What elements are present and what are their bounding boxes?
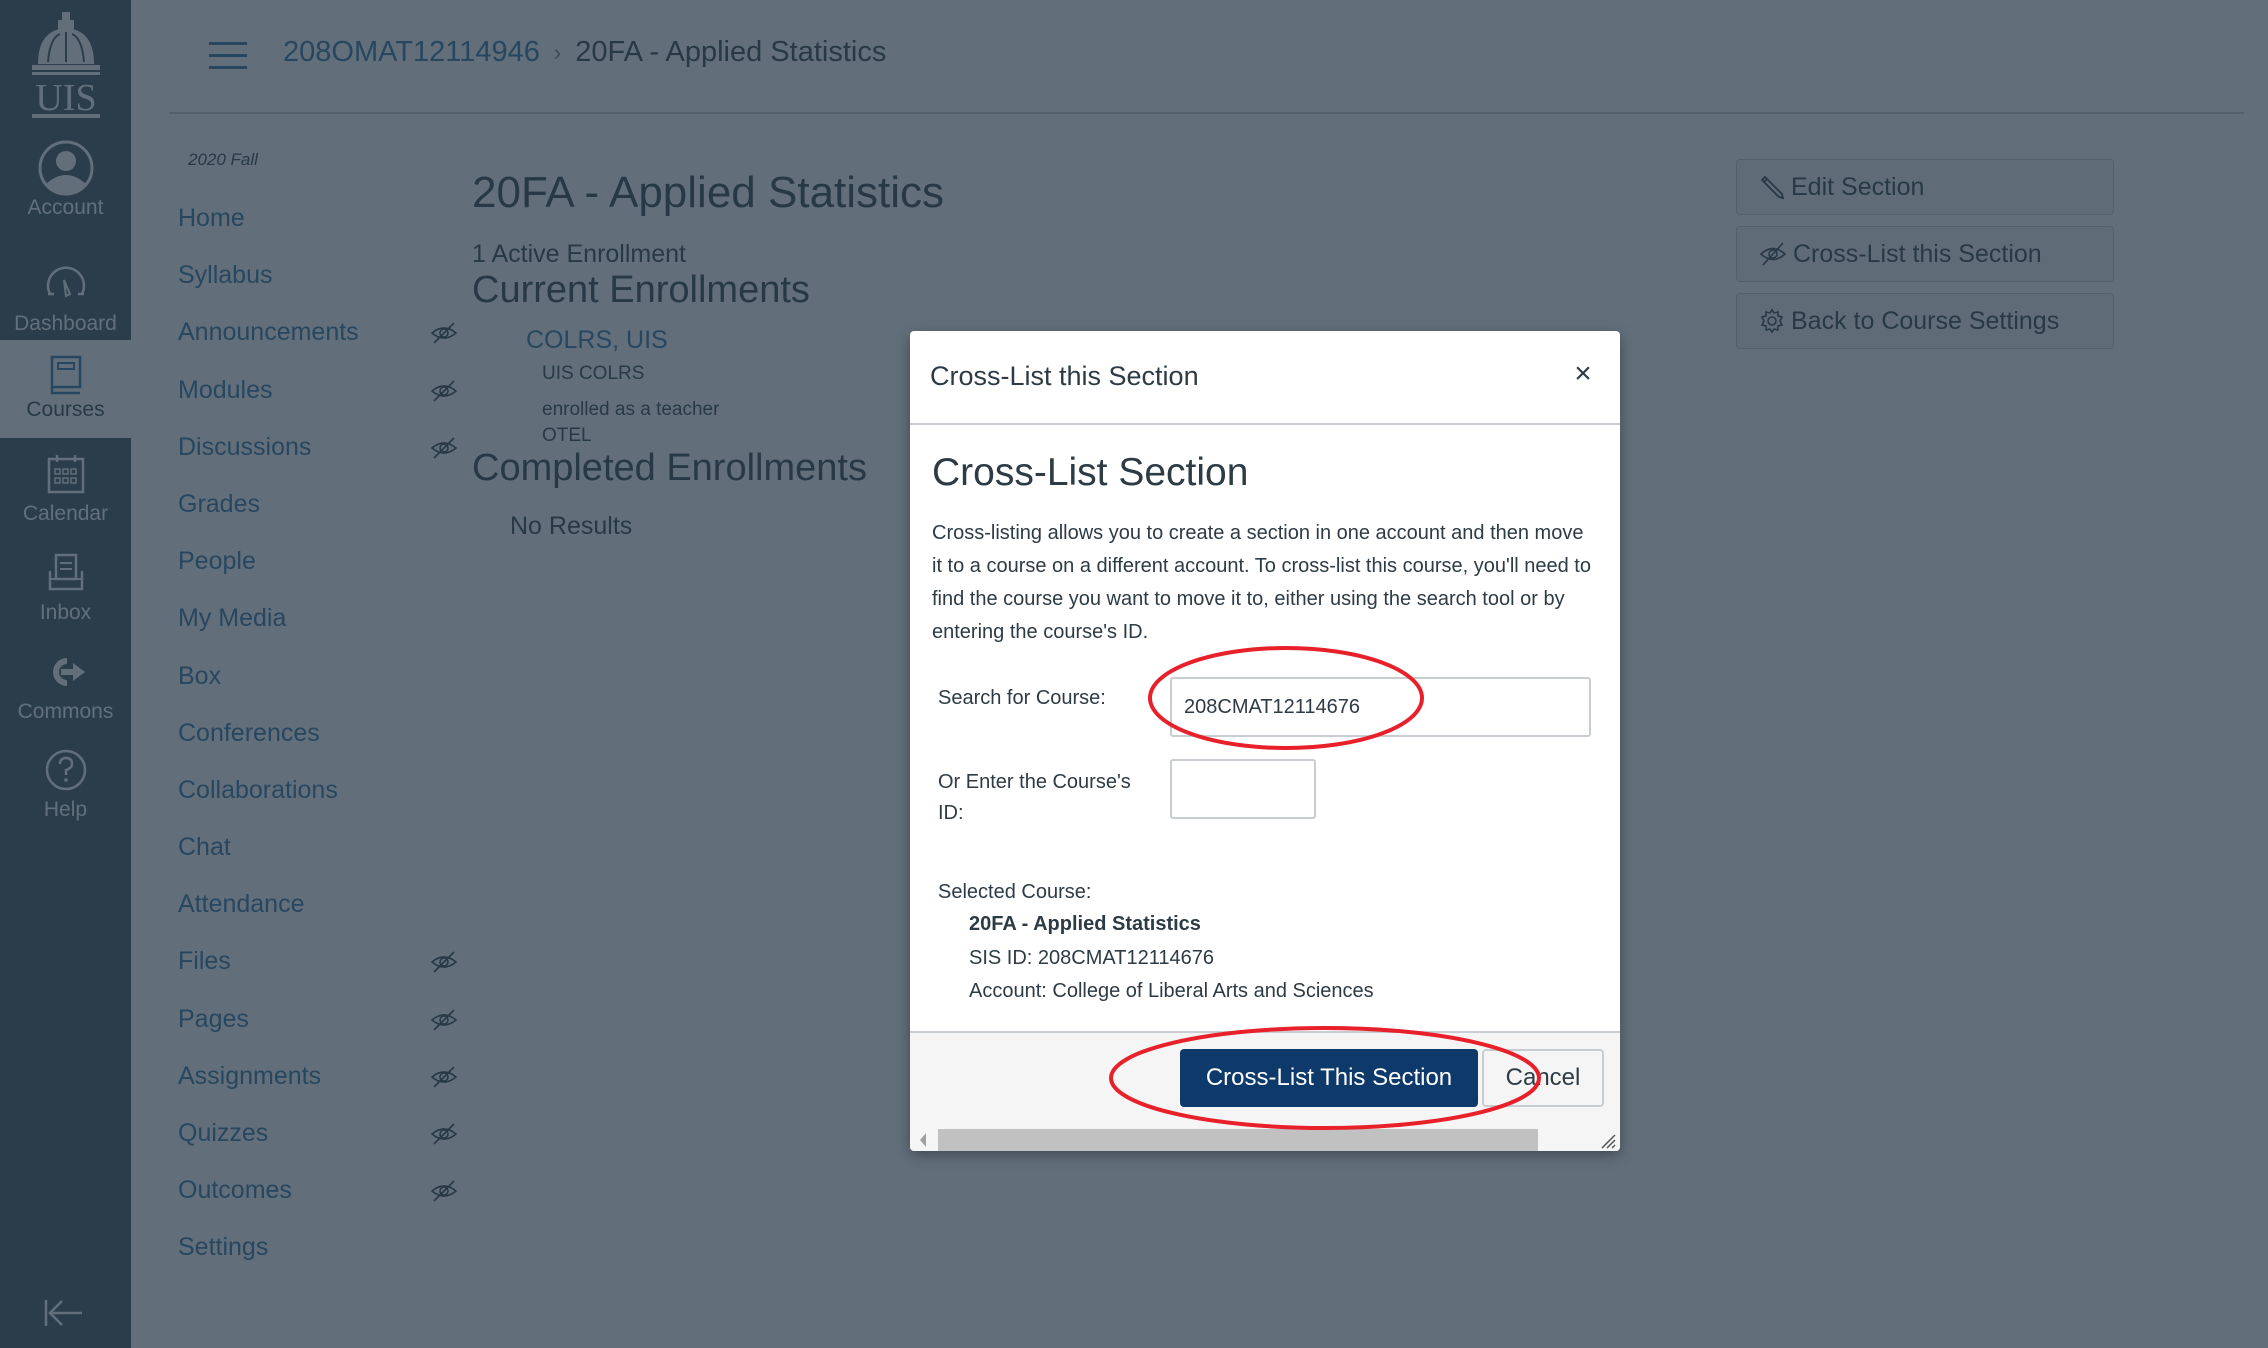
horizontal-scrollbar[interactable]: [910, 1127, 1620, 1151]
selected-course-label: Selected Course:: [938, 881, 1092, 903]
dialog-titlebar: Cross-List this Section ×: [910, 331, 1620, 425]
resize-grip-icon[interactable]: [1598, 1131, 1616, 1149]
scrollbar-thumb[interactable]: [938, 1129, 1538, 1151]
search-for-course-label: Search for Course:: [938, 687, 1106, 709]
selected-course-sis-id: SIS ID: 208CMAT12114676: [969, 947, 1214, 969]
search-for-course-input[interactable]: 208CMAT12114676: [1170, 677, 1591, 737]
close-icon[interactable]: ×: [1568, 359, 1598, 389]
cross-list-dialog: Cross-List this Section × Cross-List Sec…: [910, 331, 1620, 1151]
selected-course-account: Account: College of Liberal Arts and Sci…: [969, 980, 1374, 1002]
selected-course-name: 20FA - Applied Statistics: [969, 913, 1201, 935]
dialog-heading: Cross-List Section: [932, 451, 1249, 494]
scroll-left-arrow-icon[interactable]: [920, 1133, 926, 1147]
dialog-footer: Cross-List This Section Cancel: [910, 1031, 1620, 1151]
cancel-button[interactable]: Cancel: [1482, 1049, 1604, 1107]
dialog-description: Cross-listing allows you to create a sec…: [932, 522, 1591, 643]
course-id-label: Or Enter the Course's ID:: [938, 771, 1131, 824]
cross-list-submit-button[interactable]: Cross-List This Section: [1180, 1049, 1478, 1107]
dialog-body: Cross-List Section Cross-listing allows …: [910, 451, 1620, 649]
course-id-input[interactable]: [1170, 759, 1316, 819]
dialog-title: Cross-List this Section: [930, 361, 1199, 391]
